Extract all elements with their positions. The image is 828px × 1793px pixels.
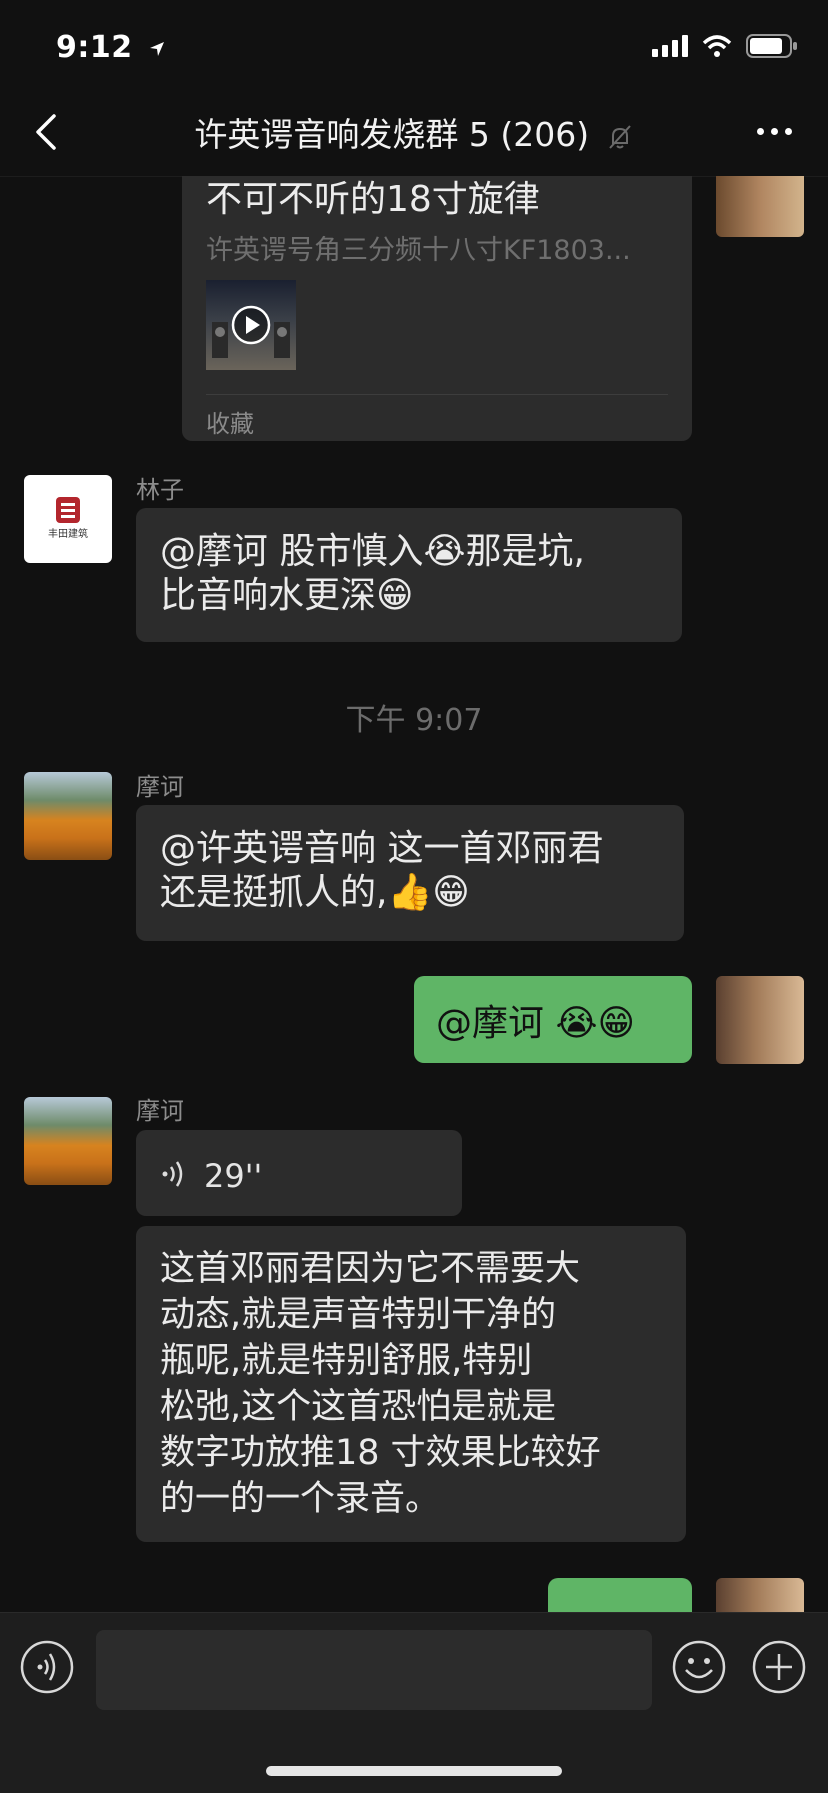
card-title: 不可不听的18寸旋律: [206, 179, 540, 220]
transcript-line: 这首邓丽君因为它不需要大: [160, 1249, 581, 1289]
card-divider: [206, 394, 668, 395]
signal-icon: [652, 35, 688, 57]
moke-avatar[interactable]: [24, 1097, 112, 1185]
battery-icon: [746, 34, 797, 58]
status-indicators: [652, 34, 798, 58]
emoji-icon[interactable]: [672, 1640, 726, 1694]
sender-name: 摩诃: [136, 773, 184, 801]
message-text: @许英谔音响 这一首邓丽君: [160, 828, 604, 869]
self-message-bubble[interactable]: @摩诃 😭😁: [414, 976, 692, 1063]
message-input[interactable]: [96, 1630, 652, 1710]
voice-wave-icon: [162, 1161, 183, 1187]
play-icon: [212, 305, 290, 358]
wifi-icon: [702, 35, 732, 57]
status-time: 9:12: [56, 30, 166, 65]
self-message-bubble-partial[interactable]: [548, 1578, 692, 1612]
transcript-line: 的一的一个录音。: [160, 1479, 441, 1519]
more-options-button[interactable]: [757, 128, 792, 135]
voice-message-bubble[interactable]: 29'': [136, 1130, 462, 1216]
transcript-line: 动态,就是声音特别干净的: [160, 1295, 557, 1335]
message-text: 还是挺抓人的,👍😁: [160, 872, 470, 913]
plus-icon[interactable]: [752, 1640, 806, 1694]
transcript-line: 松弛,这个这首恐怕是就是: [160, 1387, 557, 1427]
voice-input-icon[interactable]: [20, 1640, 74, 1694]
self-avatar[interactable]: [716, 1578, 804, 1612]
message-text: 比音响水更深😁: [160, 575, 414, 616]
logo-icon: 丰田建筑: [48, 497, 88, 540]
card-source-label: 收藏: [206, 410, 254, 438]
location-icon: [149, 41, 164, 56]
transcript-line: 数字功放推18 寸效果比较好: [160, 1433, 601, 1473]
time-separator: 下午 9:07: [345, 703, 483, 738]
video-thumbnail[interactable]: [206, 280, 296, 370]
message-text: @摩诃 股市慎入😭那是坑,: [160, 531, 585, 572]
message-bubble[interactable]: @摩诃 股市慎入😭那是坑, 比音响水更深😁: [136, 508, 682, 642]
sender-name: 林子: [136, 476, 184, 504]
moke-avatar[interactable]: [24, 772, 112, 860]
self-avatar[interactable]: [716, 976, 804, 1064]
self-avatar[interactable]: [716, 176, 804, 237]
linzi-avatar[interactable]: 丰田建筑: [24, 475, 112, 563]
transcript-bubble[interactable]: 这首邓丽君因为它不需要大 动态,就是声音特别干净的 瓶呢,就是特别舒服,特别 松…: [136, 1226, 686, 1542]
sender-name: 摩诃: [136, 1097, 184, 1125]
home-indicator: [266, 1766, 562, 1776]
card-subtitle: 许英谔号角三分频十八寸KF1803...: [206, 235, 631, 266]
transcript-line: 瓶呢,就是特别舒服,特别: [160, 1341, 533, 1381]
message-text: @摩诃 😭😁: [436, 1002, 636, 1044]
chat-title: 许英谔音响发烧群 5 (206): [0, 108, 828, 156]
mute-bell-icon: [608, 124, 631, 149]
message-bubble[interactable]: @许英谔音响 这一首邓丽君 还是挺抓人的,👍😁: [136, 805, 684, 941]
voice-duration: 29'': [204, 1157, 263, 1195]
svg-text:丰田建筑: 丰田建筑: [48, 527, 88, 540]
